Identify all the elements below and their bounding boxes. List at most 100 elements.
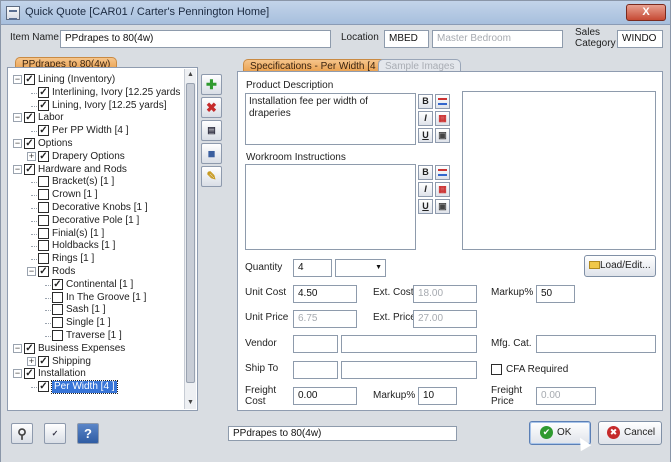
vendor-name-input[interactable] bbox=[341, 335, 477, 353]
tree-node-checkbox[interactable] bbox=[52, 291, 63, 303]
tree-node[interactable]: Holdbacks [1 ] bbox=[13, 240, 185, 252]
tree-node[interactable]: − ✓ Business Expenses bbox=[13, 342, 185, 355]
ext-cost-input[interactable]: 18.00 bbox=[413, 285, 477, 303]
add-item-button[interactable]: ✚ bbox=[201, 74, 222, 95]
tree-node-checkbox[interactable] bbox=[38, 214, 49, 226]
help-button[interactable]: ? bbox=[77, 423, 99, 444]
tree-node[interactable]: − ✓ Lining (Inventory) bbox=[13, 74, 185, 86]
delete-item-button[interactable]: ✖ bbox=[201, 97, 222, 118]
spell-check-button[interactable]: ✓ bbox=[44, 423, 66, 444]
bold-button[interactable]: B bbox=[418, 94, 433, 109]
close-button[interactable]: X bbox=[626, 4, 666, 21]
italic-button-2[interactable]: I bbox=[418, 182, 433, 197]
item-name-input[interactable]: PPdrapes to 80(4w) bbox=[60, 30, 331, 48]
vendor-code-input[interactable] bbox=[293, 335, 338, 353]
tree-node[interactable]: − ✓ Labor bbox=[13, 112, 185, 124]
calendar-icon-2[interactable]: ▦ bbox=[435, 182, 450, 197]
location-code-input[interactable]: MBED bbox=[384, 30, 429, 48]
unit-select[interactable]: ▼ bbox=[335, 259, 386, 277]
tree-node-checkbox[interactable]: ✓ bbox=[38, 355, 49, 367]
collapse-icon[interactable]: − bbox=[13, 164, 22, 174]
collapse-icon[interactable]: − bbox=[13, 343, 22, 353]
unit-price-input[interactable]: 6.75 bbox=[293, 310, 357, 328]
tree-node-checkbox[interactable]: ✓ bbox=[38, 86, 49, 98]
tree-node[interactable]: + ✓ Shipping bbox=[13, 355, 185, 368]
tree-node[interactable]: − ✓ Options bbox=[13, 138, 185, 150]
tree-node-checkbox[interactable]: ✓ bbox=[24, 138, 35, 149]
unit-cost-input[interactable]: 4.50 bbox=[293, 285, 357, 303]
tree-node-checkbox[interactable]: ✓ bbox=[52, 278, 63, 290]
expand-icon[interactable]: + bbox=[27, 151, 36, 161]
freight-cost-input[interactable]: 0.00 bbox=[293, 387, 357, 405]
scroll-up-icon[interactable]: ▲ bbox=[186, 70, 195, 80]
tree-node-checkbox[interactable] bbox=[38, 240, 49, 252]
underline-button[interactable]: U bbox=[418, 128, 433, 143]
scroll-thumb[interactable] bbox=[186, 83, 195, 383]
color-lines-icon[interactable] bbox=[435, 94, 450, 109]
calendar-icon[interactable]: ▦ bbox=[435, 111, 450, 126]
clear-item-button[interactable]: ✎ bbox=[201, 166, 222, 187]
ship-to-name-input[interactable] bbox=[341, 361, 477, 379]
tree-node[interactable]: − ✓ Rods bbox=[13, 266, 185, 278]
tree-node[interactable]: Decorative Pole [1 ] bbox=[13, 214, 185, 227]
tree-node-checkbox[interactable]: ✓ bbox=[24, 163, 35, 175]
tree-node[interactable]: Rings [1 ] bbox=[13, 253, 185, 265]
tree-node[interactable]: − ✓ Hardware and Rods bbox=[13, 163, 185, 176]
tree-node-checkbox[interactable]: ✓ bbox=[38, 150, 49, 162]
tree-node[interactable]: Sash [1 ] bbox=[13, 304, 185, 316]
tree-node[interactable]: Finial(s) [1 ] bbox=[13, 227, 185, 240]
tree-node[interactable]: Single [1 ] bbox=[13, 317, 185, 329]
edit-item-button[interactable]: ▤ bbox=[201, 120, 222, 141]
tree-node[interactable]: + ✓ Drapery Options bbox=[13, 150, 185, 163]
tree-node-checkbox[interactable]: ✓ bbox=[24, 368, 35, 380]
ship-to-code-input[interactable] bbox=[293, 361, 338, 379]
tree-node[interactable]: ✓ Continental [1 ] bbox=[13, 278, 185, 291]
mfg-cat-input[interactable] bbox=[536, 335, 656, 353]
tree-node[interactable]: ✓ Per Width [4 ] bbox=[13, 380, 185, 395]
print-icon-2[interactable]: ▣ bbox=[435, 199, 450, 214]
ext-price-input[interactable]: 27.00 bbox=[413, 310, 477, 328]
product-description-textarea[interactable]: Installation fee per width of draperies bbox=[245, 93, 416, 145]
collapse-icon[interactable]: − bbox=[13, 139, 22, 148]
workroom-instructions-textarea[interactable] bbox=[245, 164, 416, 250]
tree-node[interactable]: Traverse [1 ] bbox=[13, 330, 185, 342]
underline-button-2[interactable]: U bbox=[418, 199, 433, 214]
italic-button[interactable]: I bbox=[418, 111, 433, 126]
cfa-required-checkbox[interactable] bbox=[491, 364, 502, 375]
tree-node-checkbox[interactable]: ✓ bbox=[38, 266, 49, 277]
tree-node-checkbox[interactable] bbox=[38, 176, 49, 188]
tree-node[interactable]: Bracket(s) [1 ] bbox=[13, 176, 185, 188]
tree-node-checkbox[interactable]: ✓ bbox=[38, 99, 49, 111]
print-icon[interactable]: ▣ bbox=[435, 128, 450, 143]
tree-node[interactable]: − ✓ Installation bbox=[13, 368, 185, 380]
tree-node-checkbox[interactable] bbox=[38, 202, 49, 213]
freight-price-input[interactable]: 0.00 bbox=[536, 387, 596, 405]
collapse-icon[interactable]: − bbox=[13, 75, 22, 84]
tree-node[interactable]: ✓ Per PP Width [4 ] bbox=[13, 125, 185, 137]
tree-scrollbar[interactable]: ▲ ▼ bbox=[184, 69, 196, 409]
tree-node-checkbox[interactable]: ✓ bbox=[24, 112, 35, 124]
tree-node[interactable]: ✓ Interlining, Ivory [12.25 yards bbox=[13, 86, 185, 99]
sales-category-input[interactable]: WINDO bbox=[617, 30, 663, 48]
freight-markup-input[interactable]: 10 bbox=[418, 387, 457, 405]
color-lines-icon-2[interactable] bbox=[435, 165, 450, 180]
markup-input[interactable]: 50 bbox=[536, 285, 575, 303]
tree-node-checkbox[interactable] bbox=[52, 330, 63, 341]
tree-node-checkbox[interactable] bbox=[52, 317, 63, 329]
tree-node[interactable]: ✓ Lining, Ivory [12.25 yards] bbox=[13, 99, 185, 112]
tree-node-checkbox[interactable]: ✓ bbox=[24, 342, 35, 354]
cancel-button[interactable]: ✖ Cancel bbox=[598, 421, 662, 445]
tree-node-checkbox[interactable]: ✓ bbox=[24, 74, 35, 85]
expand-icon[interactable]: + bbox=[27, 356, 36, 366]
tree-node-checkbox[interactable] bbox=[38, 253, 49, 265]
scroll-down-icon[interactable]: ▼ bbox=[186, 398, 195, 408]
collapse-icon[interactable]: − bbox=[13, 113, 22, 123]
bold-button-2[interactable]: B bbox=[418, 165, 433, 180]
tree-node[interactable]: Crown [1 ] bbox=[13, 189, 185, 201]
tree-node-checkbox[interactable] bbox=[38, 227, 49, 239]
collapse-icon[interactable]: − bbox=[27, 267, 36, 276]
tree-node[interactable]: Decorative Knobs [1 ] bbox=[13, 202, 185, 214]
save-item-button[interactable]: ■ bbox=[201, 143, 222, 164]
search-button[interactable]: ⚲ bbox=[11, 423, 33, 444]
tree-node[interactable]: In The Groove [1 ] bbox=[13, 291, 185, 304]
